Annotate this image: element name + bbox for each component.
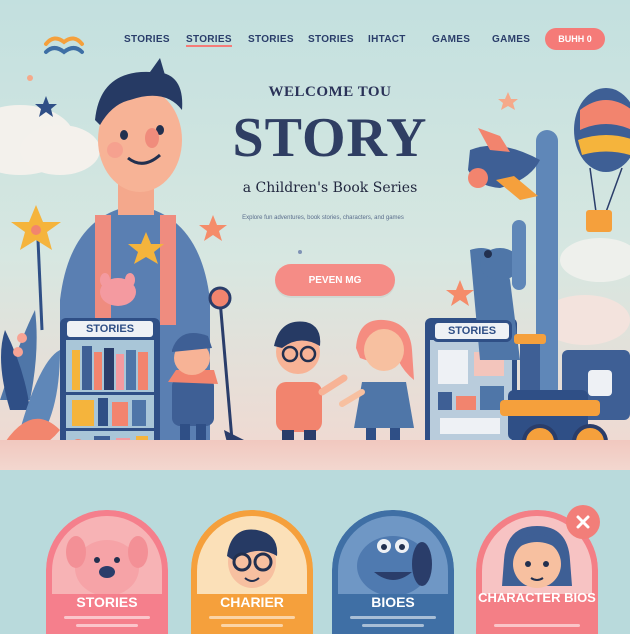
stories-sign-left-label: STORIES <box>85 323 135 335</box>
nav-item-games-2[interactable]: GAMES <box>492 34 530 45</box>
card-label: STORIES <box>76 594 138 610</box>
card-text-line <box>76 624 138 627</box>
card-label: BIOES <box>371 594 415 610</box>
card-label: CHARACTER BIOS <box>478 590 596 605</box>
nav-item-stories-1[interactable]: STORIES <box>124 34 170 45</box>
card-text-line <box>350 616 436 619</box>
cta-button[interactable]: PEVEN MG <box>275 264 395 296</box>
hero-illustration <box>0 58 630 463</box>
nav-item-interact[interactable]: IHTACT <box>368 34 406 45</box>
top-nav: STORIES STORIES STORIES STORIES IHTACT G… <box>0 28 630 55</box>
card-text-line <box>362 624 424 627</box>
hero-description: Explore fun adventures, book stories, ch… <box>242 215 404 221</box>
nav-item-stories-4[interactable]: STORIES <box>308 34 354 45</box>
nav-button[interactable]: BUHH 0 <box>545 28 605 50</box>
nav-item-games-1[interactable]: GAMES <box>432 34 470 45</box>
card-text-line <box>64 616 150 619</box>
nav-item-stories-2[interactable]: STORIES <box>186 34 232 47</box>
card-text-line <box>209 616 295 619</box>
card-label: CHARIER <box>220 594 284 610</box>
card-bios[interactable]: BIOES <box>332 510 454 634</box>
nav-item-stories-3[interactable]: STORIES <box>248 34 294 45</box>
page-subtitle: a Children's Book Series <box>242 180 418 196</box>
ground-strip <box>0 440 630 470</box>
welcome-heading: WELCOME TOU <box>268 84 392 100</box>
stories-sign-right[interactable]: STORIES <box>432 320 512 342</box>
hero-section: STORIES STORIES WELCOME TOU STORY a Chil… <box>0 0 630 470</box>
stories-sign-right-label: STORIES <box>447 325 497 337</box>
close-icon[interactable] <box>566 505 600 539</box>
stories-sign-left[interactable]: STORIES <box>64 318 156 340</box>
page: STORIES STORIES WELCOME TOU STORY a Chil… <box>0 0 630 634</box>
card-text-line <box>494 624 580 627</box>
card-character[interactable]: CHARIER <box>191 510 313 634</box>
page-title: STORY <box>232 107 428 169</box>
wave-logo-icon[interactable] <box>42 30 86 60</box>
card-stories[interactable]: STORIES <box>46 510 168 634</box>
card-text-line <box>221 624 283 627</box>
